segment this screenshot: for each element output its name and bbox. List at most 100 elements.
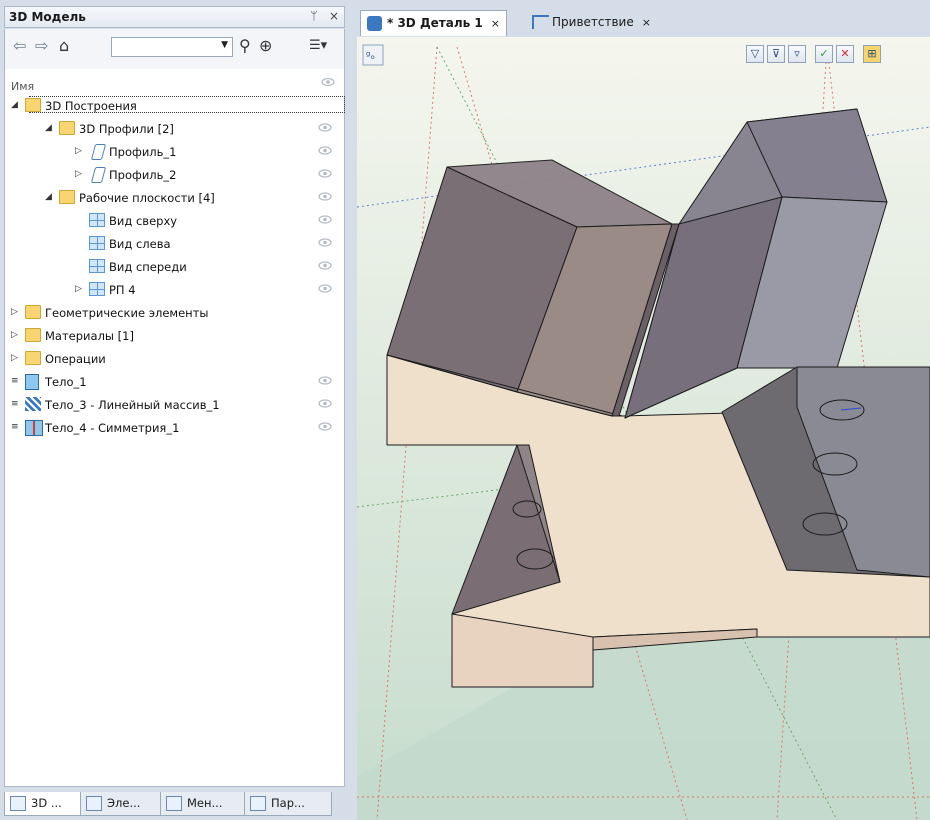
- visibility-eye-icon[interactable]: [318, 376, 332, 385]
- close-panel-button[interactable]: ×: [327, 9, 341, 23]
- crosshair-icon[interactable]: ⊕: [259, 37, 272, 55]
- tree-column-header: Имя: [4, 69, 345, 93]
- tree-item-label: Тело_1: [45, 375, 87, 389]
- panel-tab-label: Пар...: [271, 796, 305, 810]
- filter-icon[interactable]: ▽: [746, 45, 764, 63]
- tree-row[interactable]: Вид сверху: [5, 210, 344, 230]
- expand-toggle-icon[interactable]: ▷: [75, 284, 82, 294]
- folder-icon: [25, 328, 41, 342]
- flag-icon: [532, 15, 549, 29]
- tree-row[interactable]: ≡ Тело_3 - Линейный массив_1: [5, 394, 344, 414]
- plane-icon: [89, 213, 105, 227]
- expand-toggle-icon[interactable]: ▷: [75, 169, 82, 179]
- tree-row[interactable]: ▷ Операции: [5, 348, 344, 368]
- panel-tab[interactable]: Пар...: [244, 792, 332, 816]
- close-icon[interactable]: ×: [491, 17, 500, 30]
- tree-row[interactable]: ◢ 3D Построения: [5, 95, 345, 115]
- tree-row[interactable]: ▷ РП 4: [5, 279, 344, 299]
- visibility-eye-icon[interactable]: [318, 146, 332, 155]
- filter-check-icon[interactable]: ✓: [815, 45, 833, 63]
- expand-toggle-icon[interactable]: ▷: [11, 330, 18, 340]
- pin-icon[interactable]: ᛘ: [307, 9, 321, 23]
- 3d-viewport[interactable]: ᵍₒ ▽ ⊽ ▿ ✓ ✕ ⊞: [357, 37, 930, 820]
- model-tree: ◢ 3D Построения ◢ 3D Профили [2] ▷ Профиль_1 ▷…: [4, 93, 345, 787]
- expand-toggle-icon[interactable]: ▷: [11, 307, 18, 317]
- folder-icon: [25, 305, 41, 319]
- body-menu-icon[interactable]: ≡: [11, 376, 19, 386]
- panel-tab[interactable]: Мен...: [160, 792, 246, 816]
- tree-item-label: РП 4: [109, 283, 136, 297]
- tree-item-label: Рабочие плоскости [4]: [79, 191, 215, 205]
- plane-icon: [89, 259, 105, 273]
- tree-item-label: Материалы [1]: [45, 329, 134, 343]
- array-icon: [25, 397, 41, 411]
- orientation-icon: ᵍₒ: [366, 49, 375, 62]
- visibility-column-icon[interactable]: [321, 77, 335, 87]
- tree-row[interactable]: ≡ Тело_1: [5, 371, 344, 391]
- tree-item-label: Вид слева: [109, 237, 171, 251]
- visibility-eye-icon[interactable]: [318, 399, 332, 408]
- body-menu-icon[interactable]: ≡: [11, 422, 19, 432]
- expand-toggle-icon[interactable]: ◢: [45, 192, 52, 202]
- visibility-eye-icon[interactable]: [318, 192, 332, 201]
- body-icon: [25, 374, 39, 390]
- tree-item-label: Тело_4 - Симметрия_1: [45, 421, 180, 435]
- list-menu-icon[interactable]: ☰▾: [309, 37, 327, 55]
- expand-toggle-icon[interactable]: ◢: [45, 123, 52, 133]
- doc-tab[interactable]: Приветствие ×: [526, 10, 657, 36]
- plane-icon: [89, 236, 105, 250]
- view-layout-icon[interactable]: ⊞: [863, 45, 881, 63]
- expand-toggle-icon[interactable]: ▷: [75, 146, 82, 156]
- panel-tab[interactable]: Эле...: [80, 792, 162, 816]
- search-combo[interactable]: ▼: [111, 37, 233, 57]
- tree-row[interactable]: ▷ Профиль_1: [5, 141, 344, 161]
- manager-tab-icon: [166, 796, 182, 811]
- tree-row[interactable]: ◢ 3D Профили [2]: [5, 118, 344, 138]
- profile-icon: [90, 144, 107, 160]
- tree-row[interactable]: ◢ Рабочие плоскости [4]: [5, 187, 344, 207]
- doc-tab[interactable]: * 3D Деталь 1 ×: [360, 10, 507, 36]
- tree-item-label: Вид сверху: [109, 214, 178, 228]
- plane-icon: [89, 282, 105, 296]
- tree-row[interactable]: ≡ Тело_4 - Симметрия_1: [5, 417, 344, 437]
- tree-item-label: Профиль_1: [109, 145, 177, 159]
- close-icon[interactable]: ×: [642, 16, 651, 29]
- visibility-eye-icon[interactable]: [318, 284, 332, 293]
- body-menu-icon[interactable]: ≡: [11, 399, 19, 409]
- tree-row[interactable]: Вид слева: [5, 233, 344, 253]
- tree-row[interactable]: ▷ Профиль_2: [5, 164, 344, 184]
- folder-icon: [25, 98, 41, 112]
- visibility-eye-icon[interactable]: [318, 238, 332, 247]
- search-icon[interactable]: ⚲: [239, 37, 251, 55]
- chevron-down-icon[interactable]: ▼: [221, 40, 228, 50]
- visibility-eye-icon[interactable]: [318, 261, 332, 270]
- tree-item-label: Операции: [45, 352, 106, 366]
- tree-item-label: Геометрические элементы: [45, 306, 209, 320]
- tree-item-label: 3D Профили [2]: [79, 122, 174, 136]
- tree-row[interactable]: Вид спереди: [5, 256, 344, 276]
- model-tab-icon: [10, 796, 26, 811]
- model-view[interactable]: ᵍₒ: [357, 37, 930, 820]
- filter-list-icon[interactable]: ▿: [788, 45, 806, 63]
- column-name: Имя: [11, 80, 35, 93]
- arrow-left-icon[interactable]: ⇦: [13, 37, 26, 55]
- tree-item-label: Тело_3 - Линейный массив_1: [45, 398, 220, 412]
- visibility-eye-icon[interactable]: [318, 123, 332, 132]
- expand-toggle-icon[interactable]: ▷: [11, 353, 18, 363]
- home-icon[interactable]: ⌂: [59, 37, 69, 55]
- parameters-tab-icon: [250, 796, 266, 811]
- elements-tab-icon: [86, 796, 102, 811]
- panel-tab-label: Мен...: [187, 796, 223, 810]
- expand-toggle-icon[interactable]: ◢: [11, 100, 18, 110]
- panel-tab[interactable]: 3D ...: [4, 792, 82, 816]
- filter-frame-icon[interactable]: ⊽: [767, 45, 785, 63]
- mirror-icon: [25, 420, 43, 436]
- arrow-right-icon[interactable]: ⇨: [35, 37, 48, 55]
- panel-toolbar: ⇦ ⇨ ⌂ ▼ ⚲ ⊕ ☰▾: [4, 29, 345, 69]
- filter-cross-icon[interactable]: ✕: [836, 45, 854, 63]
- tree-row[interactable]: ▷ Геометрические элементы: [5, 302, 344, 322]
- visibility-eye-icon[interactable]: [318, 422, 332, 431]
- visibility-eye-icon[interactable]: [318, 215, 332, 224]
- tree-row[interactable]: ▷ Материалы [1]: [5, 325, 344, 345]
- visibility-eye-icon[interactable]: [318, 169, 332, 178]
